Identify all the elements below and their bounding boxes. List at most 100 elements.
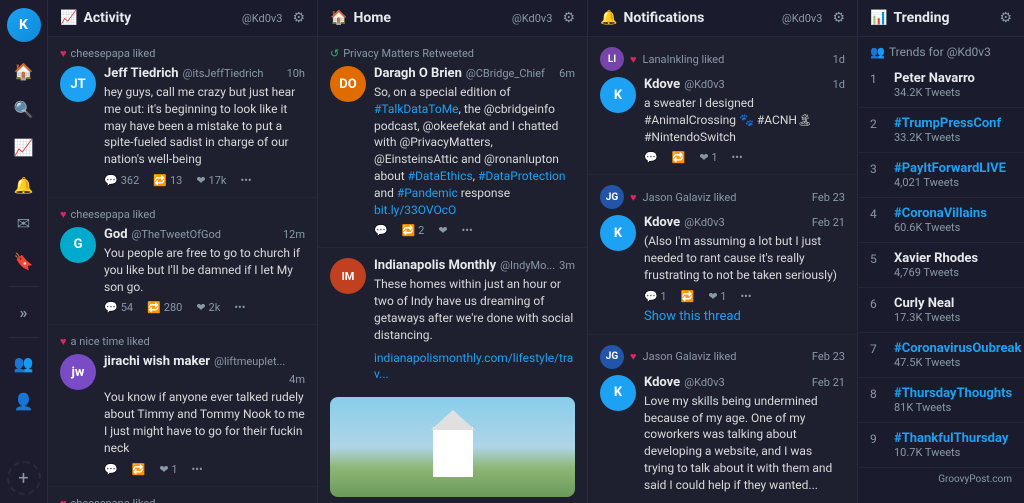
retweet-action[interactable]: 🔁	[672, 151, 686, 164]
like-action[interactable]: ❤	[438, 224, 447, 237]
retweet-action[interactable]: 🔁 13	[153, 174, 182, 187]
tweet-link[interactable]: #TalkDataToMe	[374, 102, 459, 116]
tweet-avatar[interactable]: DO	[330, 66, 366, 102]
more-action[interactable]: •••	[192, 463, 203, 476]
tweet-link-5[interactable]: bit.ly/33OVOcO	[374, 203, 456, 217]
tweet-avatar[interactable]: jw	[60, 354, 96, 390]
trend-item[interactable]: 7 #CoronavirusOubreak 47.5K Tweets	[858, 333, 1024, 378]
messages-sidebar-icon[interactable]: ✉	[7, 206, 41, 240]
trend-count: 33.2K Tweets	[894, 131, 1012, 144]
trend-subtitle: 👥 Trends for @Kd0v3	[858, 37, 1024, 63]
tweet-avatar[interactable]: K	[600, 375, 636, 411]
show-thread[interactable]: Show this thread	[644, 309, 845, 324]
like-action[interactable]: ❤ 17k	[196, 174, 226, 187]
tweet-meta: ♥ cheesepapa liked	[60, 208, 305, 221]
people-sidebar-icon[interactable]: 👥	[7, 346, 41, 380]
tweet-time: Feb 21	[812, 376, 845, 389]
trend-item[interactable]: 6 Curly Neal 17.3K Tweets	[858, 288, 1024, 333]
notifications-sidebar-icon[interactable]: 🔔	[7, 168, 41, 202]
activity-sidebar-icon[interactable]: 📈	[7, 130, 41, 164]
tweet-card: ♥ cheesepapa liked JT Jeff Tiedrich @its…	[48, 37, 317, 198]
trend-item[interactable]: 9 #ThankfulThursday 10.7K Tweets	[858, 423, 1024, 468]
reply-action[interactable]: 💬 1	[644, 290, 667, 303]
tweet-link-text: indianapolismonthly.com/lifestyle/tra v.…	[374, 350, 575, 384]
more-action[interactable]: •••	[234, 301, 245, 314]
tweet-text: You know if anyone ever talked rudely ab…	[104, 389, 305, 456]
tweet-text: a sweater I designed #AnimalCrossing 🐾 #…	[644, 95, 845, 145]
tweet-handle: @TheTweetOfGod	[132, 228, 221, 241]
add-column-button[interactable]: +	[7, 461, 41, 495]
tweet-avatar[interactable]: JT	[60, 66, 96, 102]
tweet-avatar[interactable]: K	[600, 77, 636, 113]
trend-number: 1	[870, 71, 886, 99]
notif-meta: JG ♥ Jason Galaviz liked Feb 23	[600, 345, 845, 369]
like-action[interactable]: ❤ 1	[159, 463, 177, 476]
trend-item[interactable]: 4 #CoronaVillains 60.6K Tweets	[858, 198, 1024, 243]
retweet-action[interactable]: 🔁 2	[402, 224, 425, 237]
home-settings-icon[interactable]: ⚙	[562, 10, 575, 26]
person-sidebar-icon[interactable]: 👤	[7, 384, 41, 418]
tweet-time: 4m	[289, 373, 305, 386]
jason-avatar[interactable]: JG	[600, 185, 624, 209]
more-action[interactable]: •••	[241, 174, 252, 187]
sidebar: K 🏠 🔍 📈 🔔 ✉ 🔖 » 👥 👤 +	[0, 0, 48, 503]
trend-item[interactable]: 3 #PayItForwardLIVE 4,021 Tweets	[858, 153, 1024, 198]
user-avatar[interactable]: K	[7, 8, 41, 42]
more-action[interactable]: •••	[740, 290, 751, 303]
forward-sidebar-icon[interactable]: »	[7, 295, 41, 329]
bookmark-sidebar-icon[interactable]: 🔖	[7, 244, 41, 278]
trend-count: 47.5K Tweets	[894, 356, 1021, 369]
notifications-settings-icon[interactable]: ⚙	[832, 10, 845, 26]
tweet-name[interactable]: Daragh O Brien	[374, 66, 462, 81]
search-sidebar-icon[interactable]: 🔍	[7, 92, 41, 126]
trend-name: #ThursdayThoughts	[894, 386, 1012, 401]
like-action[interactable]: ❤ 2k	[196, 301, 220, 314]
tweet-name[interactable]: jirachi wish maker	[104, 354, 210, 369]
like-action[interactable]: ❤ 1	[699, 151, 717, 164]
trend-count: 17.3K Tweets	[894, 311, 1012, 324]
home-sidebar-icon[interactable]: 🏠	[7, 54, 41, 88]
tweet-name[interactable]: God	[104, 227, 128, 242]
retweet-action[interactable]: 🔁 280	[147, 301, 182, 314]
tweet-name[interactable]: Kdove	[644, 77, 680, 92]
tweet-link-4[interactable]: #Pandemic	[397, 186, 458, 200]
more-action[interactable]: •••	[462, 224, 473, 237]
trend-item[interactable]: 1 Peter Navarro 34.2K Tweets	[858, 63, 1024, 108]
tweet-name[interactable]: Indianapolis Monthly	[374, 258, 496, 273]
tweet-text: So, on a special edition of #TalkDataToM…	[374, 84, 575, 218]
tweet-name[interactable]: Kdove	[644, 375, 680, 390]
tweet-name[interactable]: Kdove	[644, 215, 680, 230]
indy-link[interactable]: indianapolismonthly.com/lifestyle/tra v.…	[374, 351, 573, 382]
reply-action[interactable]: 💬 362	[104, 174, 139, 187]
trend-item[interactable]: 8 #ThursdayThoughts 81K Tweets	[858, 378, 1024, 423]
tweet-actions: 💬 🔁 ❤ 1 •••	[644, 151, 845, 164]
tweet-avatar[interactable]: K	[600, 215, 636, 251]
tweet-avatar[interactable]: G	[60, 227, 96, 263]
reply-action[interactable]: 💬	[374, 224, 388, 237]
home-column: 🏠 Home @Kd0v3 ⚙ ↺ Privacy Matters Retwee…	[318, 0, 588, 503]
more-action[interactable]: •••	[732, 151, 743, 164]
tweet-content: God @TheTweetOfGod 12m You people are fr…	[104, 227, 305, 314]
reply-action[interactable]: 💬 54	[104, 301, 133, 314]
retweet-action[interactable]: 🔁	[681, 290, 695, 303]
lana-avatar[interactable]: LI	[600, 47, 624, 71]
trend-item[interactable]: 2 #TrumpPressConf 33.2K Tweets	[858, 108, 1024, 153]
reply-action[interactable]: 💬	[644, 151, 658, 164]
tweet-content: Jeff Tiedrich @itsJeffTiedrich 10h hey g…	[104, 66, 305, 187]
tweet-link-2[interactable]: #DataEthics	[408, 169, 473, 183]
show-thread-link[interactable]: Show this thread	[644, 309, 741, 324]
trending-settings-icon[interactable]: ⚙	[999, 10, 1012, 26]
heart-icon: ♥	[630, 191, 637, 204]
tweet-link-3[interactable]: #DataProtection	[478, 169, 566, 183]
trend-item[interactable]: 5 Xavier Rhodes 4,769 Tweets	[858, 243, 1024, 288]
tweet-avatar[interactable]: IM	[330, 258, 366, 294]
activity-settings-icon[interactable]: ⚙	[292, 10, 305, 26]
retweet-action[interactable]: 🔁	[132, 463, 146, 476]
jason-avatar-2[interactable]: JG	[600, 345, 624, 369]
home-column-body: ↺ Privacy Matters Retweeted DO Daragh O …	[318, 37, 587, 503]
meta-text: cheesepapa liked	[71, 497, 156, 503]
reply-action[interactable]: 💬	[104, 463, 118, 476]
tweet-name[interactable]: Jeff Tiedrich	[104, 66, 179, 81]
like-action[interactable]: ❤ 1	[708, 290, 726, 303]
tweet-actions: 💬 1 🔁 ❤ 1 •••	[644, 290, 845, 303]
